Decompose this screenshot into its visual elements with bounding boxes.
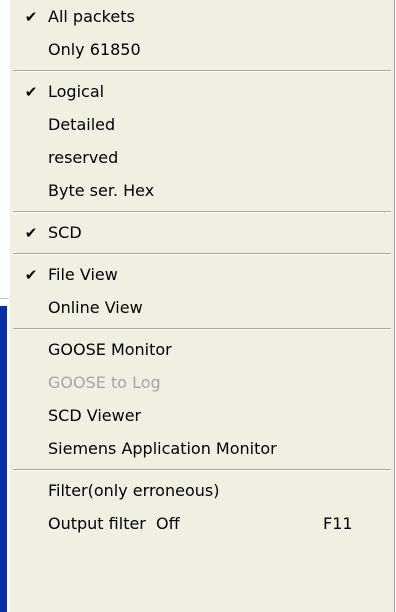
menu-item-online-view[interactable]: Online View	[10, 291, 394, 324]
menu-item-logical[interactable]: ✔ Logical	[10, 75, 394, 108]
menu-item-label: GOOSE to Log	[48, 373, 161, 392]
menu-item-goose-monitor[interactable]: GOOSE Monitor	[10, 333, 394, 366]
menu-item-label: Output filter Off	[48, 514, 180, 533]
menu-item-label: Online View	[48, 298, 143, 317]
menu-item-siemens-application-monitor[interactable]: Siemens Application Monitor	[10, 432, 394, 465]
menu-separator	[10, 465, 394, 474]
menu-item-goose-to-log: GOOSE to Log	[10, 366, 394, 399]
background-window-edge	[0, 306, 7, 612]
menu-item-label: Only 61850	[48, 40, 141, 59]
menu-item-label: File View	[48, 265, 118, 284]
menu-item-output-filter[interactable]: Output filter Off F11	[10, 507, 394, 540]
menu-item-label: Filter(only erroneous)	[48, 481, 220, 500]
menu-separator	[10, 207, 394, 216]
menu-item-label: GOOSE Monitor	[48, 340, 172, 359]
menu-separator	[10, 249, 394, 258]
menu-item-label: reserved	[48, 148, 119, 167]
menu-item-byte-ser-hex[interactable]: Byte ser. Hex	[10, 174, 394, 207]
menu-item-label: All packets	[48, 7, 135, 26]
menu-item-detailed[interactable]: Detailed	[10, 108, 394, 141]
menu-item-all-packets[interactable]: ✔ All packets	[10, 0, 394, 33]
menu-item-scd[interactable]: ✔ SCD	[10, 216, 394, 249]
menu-item-filter-only-erroneous[interactable]: Filter(only erroneous)	[10, 474, 394, 507]
menu-item-only-61850[interactable]: Only 61850	[10, 33, 394, 66]
menu-item-label: SCD	[48, 223, 82, 242]
menu-item-label: Byte ser. Hex	[48, 181, 155, 200]
menu-item-label: SCD Viewer	[48, 406, 142, 425]
menu-item-label: Logical	[48, 82, 105, 101]
menu-item-scd-viewer[interactable]: SCD Viewer	[10, 399, 394, 432]
shortcut-label: F11	[323, 514, 353, 533]
menu-item-file-view[interactable]: ✔ File View	[10, 258, 394, 291]
checkmark-icon: ✔	[24, 8, 38, 26]
checkmark-icon: ✔	[24, 224, 38, 242]
screen: ✔ All packets Only 61850 ✔ Logical Detai…	[0, 0, 396, 612]
menu-item-label: Detailed	[48, 115, 116, 134]
menu-separator	[10, 324, 394, 333]
checkmark-icon: ✔	[24, 266, 38, 284]
menu-item-label: Siemens Application Monitor	[48, 439, 277, 458]
menu-separator	[10, 66, 394, 75]
menu-item-reserved[interactable]: reserved	[10, 141, 394, 174]
context-menu: ✔ All packets Only 61850 ✔ Logical Detai…	[9, 0, 395, 612]
checkmark-icon: ✔	[24, 83, 38, 101]
